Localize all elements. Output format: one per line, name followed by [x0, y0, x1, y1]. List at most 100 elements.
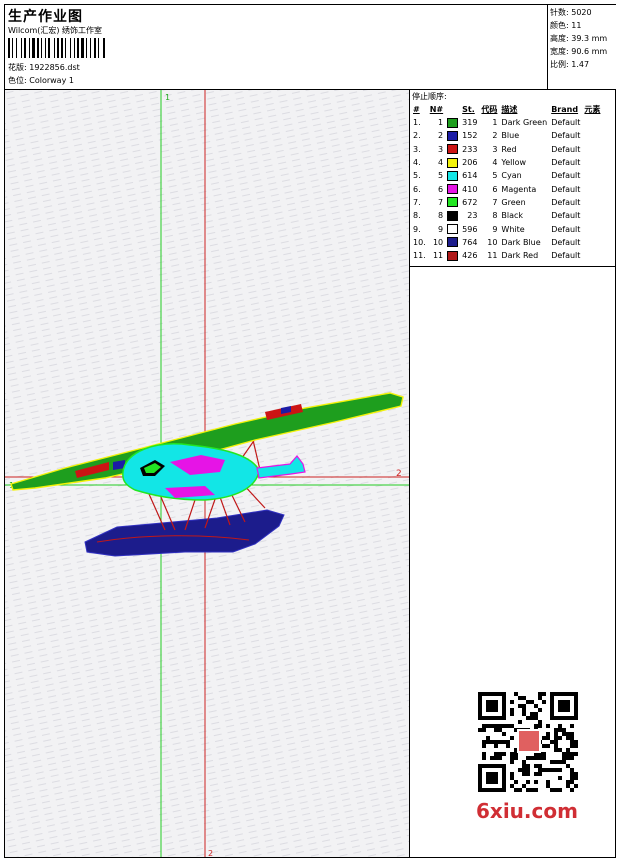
stitch-count: 针数: 5020 — [550, 8, 592, 17]
col-stitches: St. — [462, 105, 475, 114]
row-index: 1. — [413, 118, 421, 128]
row-stitches: 206 — [462, 158, 478, 168]
row-code: 3 — [492, 144, 498, 154]
table-row: 4. 4 206 4 Yellow Default — [411, 156, 602, 169]
row-brand: Default — [551, 211, 581, 221]
design-preview[interactable]: 1 2 2 1 — [5, 90, 410, 857]
row-stitches: 410 — [462, 184, 478, 194]
page-title: 生产作业图 — [8, 9, 83, 25]
row-element — [582, 196, 602, 209]
stop-sequence-title: 停止顺序: — [412, 92, 447, 101]
table-row: 7. 7 672 7 Green Default — [411, 196, 602, 209]
row-description: Dark Red — [501, 251, 539, 261]
row-swatch — [445, 129, 460, 142]
row-index: 6. — [413, 184, 421, 194]
row-element — [582, 249, 602, 262]
row-needle: 10 — [432, 237, 444, 247]
color-swatch — [447, 197, 459, 208]
row-needle: 2 — [438, 131, 444, 141]
row-brand: Default — [551, 237, 581, 247]
color-sequence-table: # N# St. 代码 描述 Brand 元素 1. 1 319 1 Dark Gree… — [411, 103, 602, 262]
row-code: 5 — [492, 171, 498, 181]
row-index: 10. — [413, 237, 426, 247]
color-swatch — [447, 170, 459, 181]
row-code: 6 — [492, 184, 498, 194]
row-element — [582, 116, 602, 129]
col-swatch — [445, 103, 460, 116]
color-swatch — [447, 117, 459, 128]
table-row: 2. 2 152 2 Blue Default — [411, 129, 602, 142]
row-element — [582, 182, 602, 195]
company-name: Wilcom(汇宏) 绣饰工作室 — [8, 26, 103, 35]
row-index: 4. — [413, 158, 421, 168]
embroidery-preview: 1 2 2 1 — [5, 90, 409, 857]
row-needle: 6 — [438, 184, 444, 194]
table-row: 3. 3 233 3 Red Default — [411, 143, 602, 156]
row-description: Black — [501, 211, 524, 221]
row-swatch — [445, 182, 460, 195]
header: 生产作业图 Wilcom(汇宏) 绣饰工作室 花版: 1922856.dst 色… — [5, 5, 616, 90]
color-swatch — [447, 210, 459, 221]
row-stitches: 764 — [462, 237, 478, 247]
row-brand: Default — [551, 144, 581, 154]
row-element — [582, 169, 602, 182]
table-row: 11. 11 426 11 Dark Red Default — [411, 249, 602, 262]
barcode — [8, 38, 105, 58]
guide-label-bottom: 2 — [208, 849, 213, 857]
color-swatch — [447, 157, 459, 168]
design-stats: 针数: 5020 颜色: 11 高度: 39.3 mm 宽度: 90.6 mm … — [547, 5, 616, 89]
color-swatch — [447, 184, 459, 195]
col-code: 代码 — [481, 105, 498, 114]
row-swatch — [445, 143, 460, 156]
row-swatch — [445, 116, 460, 129]
watermark-logo: 6xiu.com — [476, 799, 578, 823]
color-swatch — [447, 130, 459, 141]
col-description: 描述 — [501, 105, 518, 114]
row-swatch — [445, 209, 460, 222]
color-swatch — [447, 250, 459, 261]
row-element — [582, 209, 602, 222]
row-code: 1 — [492, 118, 498, 128]
row-needle: 4 — [438, 158, 444, 168]
row-brand: Default — [551, 251, 581, 261]
row-element — [582, 156, 602, 169]
row-stitches: 152 — [462, 131, 478, 141]
design-width: 宽度: 90.6 mm — [550, 47, 608, 56]
row-stitches: 426 — [462, 251, 478, 261]
table-row: 8. 8 23 8 Black Default — [411, 209, 602, 222]
row-index: 8. — [413, 211, 421, 221]
color-swatch — [447, 237, 459, 248]
row-description: Magenta — [501, 184, 537, 194]
row-stitches: 233 — [462, 144, 478, 154]
row-index: 11. — [413, 251, 426, 261]
color-swatch — [447, 224, 459, 235]
table-row: 1. 1 319 1 Dark Green Default — [411, 116, 602, 129]
row-brand: Default — [551, 197, 581, 207]
row-code: 11 — [487, 251, 498, 261]
design-file-label: 花版: 1922856.dst — [8, 63, 80, 72]
row-code: 9 — [492, 224, 498, 234]
col-index: # — [413, 105, 420, 114]
info-panel: 停止顺序: # N# St. 代码 描述 Brand 元素 1. 1 319 1 Dar… — [410, 90, 615, 857]
row-stitches: 614 — [462, 171, 478, 181]
row-description: Dark Blue — [501, 237, 541, 247]
row-stitches: 596 — [462, 224, 478, 234]
table-row: 5. 5 614 5 Cyan Default — [411, 169, 602, 182]
row-code: 4 — [492, 158, 498, 168]
row-needle: 11 — [432, 251, 444, 261]
row-brand: Default — [551, 171, 581, 181]
row-needle: 7 — [438, 197, 444, 207]
row-code: 2 — [492, 131, 498, 141]
table-header-row: # N# St. 代码 描述 Brand 元素 — [411, 103, 602, 116]
design-height: 高度: 39.3 mm — [550, 34, 608, 43]
row-stitches: 23 — [467, 211, 478, 221]
row-swatch — [445, 156, 460, 169]
row-brand: Default — [551, 184, 581, 194]
row-swatch — [445, 236, 460, 249]
row-description: Yellow — [501, 158, 527, 168]
row-description: Green — [501, 197, 526, 207]
stop-sequence: 停止顺序: # N# St. 代码 描述 Brand 元素 1. 1 319 1 Dar… — [410, 90, 615, 267]
guide-label-top: 1 — [165, 93, 170, 102]
table-row: 9. 9 596 9 White Default — [411, 222, 602, 235]
row-swatch — [445, 196, 460, 209]
